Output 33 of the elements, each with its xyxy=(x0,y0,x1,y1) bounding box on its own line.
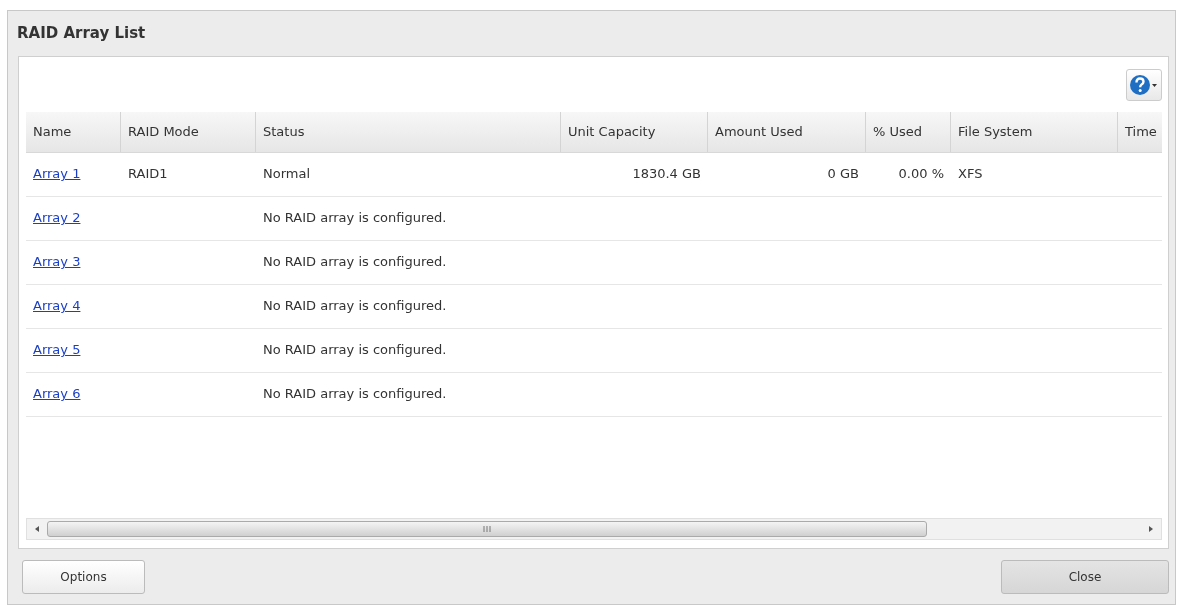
column-header[interactable]: % Used xyxy=(866,112,951,152)
table-cell: 1830.4 GB xyxy=(632,166,701,181)
table-cell: 0 GB xyxy=(827,166,859,181)
grip-icon xyxy=(483,525,491,533)
scrollbar-thumb[interactable] xyxy=(47,521,927,537)
table-cell: RAID1 xyxy=(128,166,168,181)
dialog-title: RAID Array List xyxy=(16,23,147,44)
array-link[interactable]: Array 5 xyxy=(33,342,81,357)
help-button[interactable] xyxy=(1126,68,1162,101)
column-header[interactable]: Amount Used xyxy=(708,112,866,152)
column-header[interactable]: File System xyxy=(951,112,1118,152)
horizontal-scrollbar[interactable] xyxy=(26,518,1162,540)
array-link[interactable]: Array 1 xyxy=(33,166,81,181)
table-cell: XFS xyxy=(958,166,983,181)
table-cell: No RAID array is configured. xyxy=(263,386,447,401)
table-cell: No RAID array is configured. xyxy=(263,298,447,313)
table-cell: No RAID array is configured. xyxy=(263,210,447,225)
array-link[interactable]: Array 3 xyxy=(33,254,81,269)
table-cell: Normal xyxy=(263,166,311,181)
options-button[interactable]: Options xyxy=(22,559,145,594)
array-link[interactable]: Array 4 xyxy=(33,298,81,313)
column-header[interactable]: Unit Capacity xyxy=(561,112,708,152)
column-header[interactable]: RAID Mode xyxy=(121,112,256,152)
column-header[interactable]: Name xyxy=(26,112,121,152)
array-link[interactable]: Array 2 xyxy=(33,210,81,225)
help-icon xyxy=(1129,73,1159,96)
array-link[interactable]: Array 6 xyxy=(33,386,81,401)
column-header[interactable]: Time xyxy=(1118,112,1161,152)
close-button[interactable]: Close xyxy=(1001,559,1169,594)
table-cell: 0.00 % xyxy=(898,166,944,181)
table-cell: No RAID array is configured. xyxy=(263,342,447,357)
table-cell: No RAID array is configured. xyxy=(263,254,447,269)
column-header[interactable]: Status xyxy=(256,112,561,152)
